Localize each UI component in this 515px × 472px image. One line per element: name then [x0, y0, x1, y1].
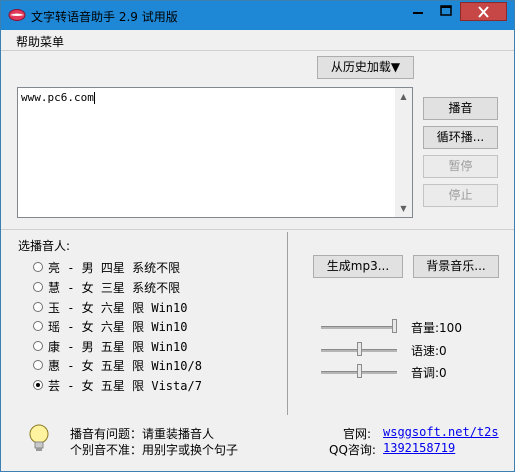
- lips-icon: [8, 9, 26, 21]
- menu-help[interactable]: 帮助菜单: [16, 33, 64, 50]
- help-tip-1: 播音有问题：请重装播音人: [70, 427, 215, 441]
- title-bar[interactable]: 文字转语音助手 2.9 试用版: [1, 1, 514, 30]
- minimize-button[interactable]: [404, 2, 432, 21]
- scroll-down-icon[interactable]: ▼: [395, 200, 412, 217]
- volume-slider-track[interactable]: [321, 326, 397, 329]
- voice-option-label: 慧 - 女 三星 系统不限: [48, 281, 181, 295]
- radio-button[interactable]: [33, 302, 43, 312]
- pitch-slider-thumb[interactable]: [356, 364, 362, 378]
- lightbulb-icon: [29, 424, 49, 451]
- stop-button[interactable]: 停止: [423, 184, 498, 207]
- scroll-up-icon[interactable]: ▲: [395, 88, 412, 105]
- radio-button[interactable]: [33, 321, 43, 331]
- maximize-icon: [432, 3, 460, 25]
- menu-bar: 帮助菜单: [1, 30, 514, 50]
- pitch-label: 音调:0: [411, 366, 447, 380]
- qq-link[interactable]: 1392158719: [383, 441, 455, 455]
- voice-section-label: 选播音人:: [18, 239, 71, 253]
- voice-option-label: 惠 - 女 五星 限 Win10/8: [48, 359, 202, 373]
- speed-slider-thumb[interactable]: [356, 342, 362, 356]
- close-icon: [461, 4, 506, 26]
- section-divider: [1, 229, 514, 230]
- qq-label: QQ咨询:: [329, 443, 376, 457]
- close-button[interactable]: [460, 2, 507, 21]
- play-button[interactable]: 播音: [423, 97, 498, 120]
- app-window: 文字转语音助手 2.9 试用版 帮助菜单 从历史加载▼ www.pc6.com …: [0, 0, 515, 472]
- background-music-button[interactable]: 背景音乐...: [413, 255, 499, 278]
- minimize-icon: [404, 3, 432, 25]
- radio-button[interactable]: [33, 341, 43, 351]
- menu-divider: [1, 50, 514, 51]
- volume-slider-thumb[interactable]: [392, 319, 397, 333]
- voice-option-label: 亮 - 男 四星 系统不限: [48, 261, 181, 275]
- pause-button[interactable]: 暂停: [423, 155, 498, 178]
- radio-button[interactable]: [33, 282, 43, 292]
- voice-option-label: 瑶 - 女 六星 限 Win10: [48, 320, 188, 334]
- loop-play-button[interactable]: 循环播...: [423, 126, 498, 149]
- site-link[interactable]: wsggsoft.net/t2s: [383, 425, 499, 439]
- window-title: 文字转语音助手 2.9 试用版: [31, 10, 178, 24]
- voice-option-label: 康 - 男 五星 限 Win10: [48, 340, 188, 354]
- vertical-divider: [287, 232, 288, 415]
- volume-label: 音量:100: [411, 321, 462, 335]
- help-tip-2: 个别音不准：用别字或换个句子: [70, 443, 239, 457]
- speed-label: 语速:0: [411, 344, 447, 358]
- text-input-area[interactable]: www.pc6.com ▲ ▼: [17, 87, 413, 218]
- voice-option-label: 芸 - 女 五星 限 Vista/7: [48, 379, 202, 393]
- voice-option-label: 玉 - 女 六星 限 Win10: [48, 301, 188, 315]
- radio-button[interactable]: [33, 262, 43, 272]
- text-input-value: www.pc6.com: [21, 91, 94, 104]
- maximize-button[interactable]: [432, 2, 460, 21]
- vertical-scrollbar[interactable]: ▲ ▼: [395, 88, 412, 217]
- text-caret: [93, 92, 95, 104]
- generate-mp3-button[interactable]: 生成mp3...: [313, 255, 403, 278]
- load-history-button[interactable]: 从历史加载▼: [317, 56, 414, 79]
- radio-button[interactable]: [33, 360, 43, 370]
- radio-button-checked[interactable]: [33, 380, 43, 390]
- site-label: 官网:: [343, 427, 372, 441]
